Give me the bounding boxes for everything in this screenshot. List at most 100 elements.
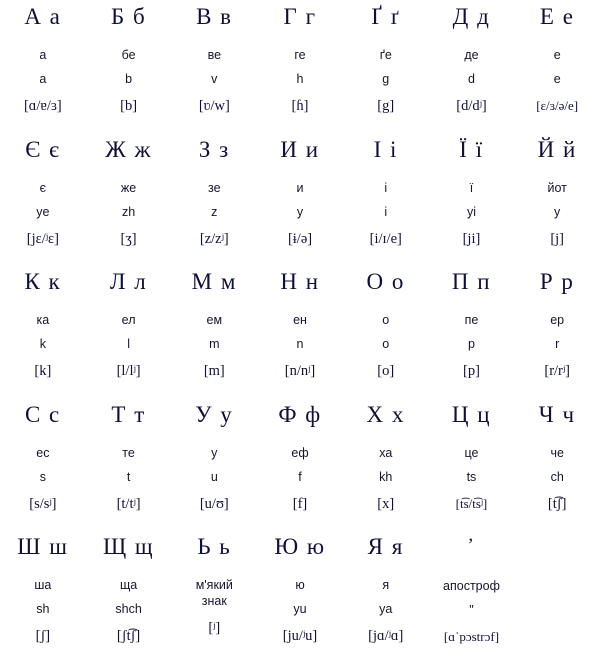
letter-cell: К к ка k [k]	[0, 265, 86, 398]
letter-pair: ʼ	[467, 535, 476, 556]
letter-pair: Т т	[111, 401, 146, 427]
letter-cell: Ц ц це ts [t͡s/t͡sʲ]	[429, 398, 515, 531]
letter-ipa: [ʋ/w]	[198, 98, 230, 114]
letter-pair: Ч ч	[538, 401, 576, 427]
letter-cell: Т т те t [t/tʲ]	[86, 398, 172, 531]
letter-ipa: [s/sʲ]	[29, 495, 57, 512]
letter-cell: Ґ ґ ґе g [g]	[343, 0, 429, 133]
letter-cell: Г г ге h [ɦ]	[257, 0, 343, 133]
letter-ipa: [ju/ʲu]	[282, 628, 318, 644]
letter-transliteration: "	[469, 603, 474, 617]
letter-name: ел	[121, 313, 136, 327]
letter-transliteration: h	[296, 72, 304, 86]
letter-transliteration: i	[384, 204, 388, 219]
letter-ipa: [i/ɪ/e]	[369, 230, 402, 247]
letter-name: ен	[293, 313, 307, 327]
letter-pair: Ю ю	[274, 534, 326, 559]
letter-cell: Ь ь м'який знак [ʲ]	[171, 530, 257, 663]
letter-name: че	[550, 445, 564, 460]
letter-ipa: [ɨ/ə]	[287, 230, 313, 247]
letter-cell: Щ щ ща shch [ʃt͡ʃ]	[86, 530, 172, 663]
letter-ipa: [n/nʲ]	[284, 363, 316, 379]
letter-name: еф	[291, 445, 309, 460]
letter-name: ю	[295, 578, 305, 592]
letter-pair: П п	[451, 269, 492, 294]
letter-pair: Н н	[280, 269, 320, 294]
letter-transliteration: ts	[466, 469, 477, 484]
letter-name: пе	[464, 313, 479, 327]
letter-name: у	[211, 445, 218, 460]
letter-ipa: [g]	[377, 98, 395, 114]
letter-ipa: [j]	[550, 230, 565, 247]
letter-ipa: [l/lʲ]	[116, 363, 141, 379]
letter-name: і	[384, 180, 388, 195]
letter-pair: Й й	[537, 136, 577, 162]
letter-pair: Ф ф	[278, 401, 322, 427]
letter-cell: Є є є ye [jɛ/ʲɛ]	[0, 133, 86, 266]
letter-cell: Ю ю ю yu [ju/ʲu]	[257, 530, 343, 663]
letter-ipa: [ɑ/ɐ/ɜ]	[23, 98, 62, 114]
letter-ipa: [ʲ]	[208, 620, 221, 636]
letter-name: це	[464, 445, 479, 460]
letter-ipa: [t͡ʃ]	[547, 495, 567, 512]
letter-transliteration: y	[554, 204, 561, 219]
letter-cell: ʼ апостроф " [ɑˈpɔstrɔf]	[429, 530, 515, 663]
letter-transliteration: r	[555, 337, 560, 351]
letter-pair: І і	[373, 136, 398, 162]
letter-name: м'який	[195, 578, 233, 592]
letter-name: ї	[469, 180, 474, 195]
letter-pair: З з	[198, 136, 230, 162]
letter-transliteration: n	[296, 337, 304, 351]
letter-cell: В в ве v [ʋ/w]	[171, 0, 257, 133]
letter-pair: Ц ц	[451, 401, 492, 427]
letter-name: де	[464, 48, 479, 62]
letter-transliteration: ye	[36, 204, 50, 219]
letter-pair: Ь ь	[197, 534, 232, 559]
letter-ipa: [jɑ/ʲɑ]	[368, 628, 404, 644]
letter-pair: Ї ї	[459, 136, 484, 162]
letter-pair: Ш ш	[17, 534, 69, 559]
alphabet-row: Є є є ye [jɛ/ʲɛ] Ж ж же zh [ʒ] З з зе z [z/zʲ] И ииy…	[0, 133, 600, 266]
letter-transliteration: m	[209, 337, 220, 351]
letter-cell: І і і i [i/ɪ/e]	[343, 133, 429, 266]
alphabet-row: А а а a [ɑ/ɐ/ɜ] Б б бе b [b] В в ве v [ʋ/w] Г г ге h [ɦ…	[0, 0, 600, 133]
letter-name: йот	[547, 180, 567, 195]
letter-pair: Л л	[109, 269, 148, 294]
letter-pair: К к	[24, 269, 62, 294]
letter-ipa: [f]	[292, 495, 308, 512]
letter-cell: Л л ел l [l/lʲ]	[86, 265, 172, 398]
letter-ipa: [z/zʲ]	[199, 230, 229, 247]
letter-transliteration: yi	[466, 204, 476, 219]
letter-transliteration: k	[39, 337, 46, 351]
letter-transliteration: b	[125, 72, 133, 86]
letter-name: и	[296, 180, 304, 195]
letter-pair: А а	[24, 4, 62, 29]
letter-transliteration: e	[553, 72, 561, 86]
letter-cell: Х х ха kh [x]	[343, 398, 429, 531]
letter-cell: Ж ж же zh [ʒ]	[86, 133, 172, 266]
ukrainian-alphabet-chart: А а а a [ɑ/ɐ/ɜ] Б б бе b [b] В в ве v [ʋ/w] Г г ге h [ɦ…	[0, 0, 600, 663]
letter-cell: Ш ш ша sh [ʃ]	[0, 530, 86, 663]
letter-cell: У у у u [u/ʊ]	[171, 398, 257, 531]
alphabet-row: К к ка k [k] Л л ел l [l/lʲ] М м ем m [m] Н н ен n [n/n…	[0, 265, 600, 398]
letter-transliteration: знак	[201, 594, 227, 608]
letter-name: я	[382, 578, 390, 592]
letter-cell: Я я я ya [jɑ/ʲɑ]	[343, 530, 429, 663]
letter-pair: Е е	[539, 4, 575, 29]
empty-cell	[514, 530, 600, 663]
letter-cell: З з зе z [z/zʲ]	[171, 133, 257, 266]
letter-cell: Й й йот y [j]	[514, 133, 600, 266]
letter-pair: Ж ж	[105, 136, 152, 162]
letter-ipa: [ɑˈpɔstrɔf]	[443, 629, 500, 644]
letter-ipa: [b]	[120, 98, 138, 114]
letter-pair: Д д	[452, 4, 491, 29]
letter-ipa: [t͡s/t͡sʲ]	[455, 495, 488, 511]
letter-name: ґе	[379, 48, 392, 62]
letter-pair: У у	[195, 401, 234, 427]
letter-cell: М м ем m [m]	[171, 265, 257, 398]
letter-transliteration: kh	[379, 469, 393, 484]
letter-ipa: [ji]	[462, 230, 481, 247]
letter-transliteration: p	[467, 337, 475, 351]
letter-cell: Ч ч че ch [t͡ʃ]	[514, 398, 600, 531]
letter-name: є	[39, 180, 47, 195]
